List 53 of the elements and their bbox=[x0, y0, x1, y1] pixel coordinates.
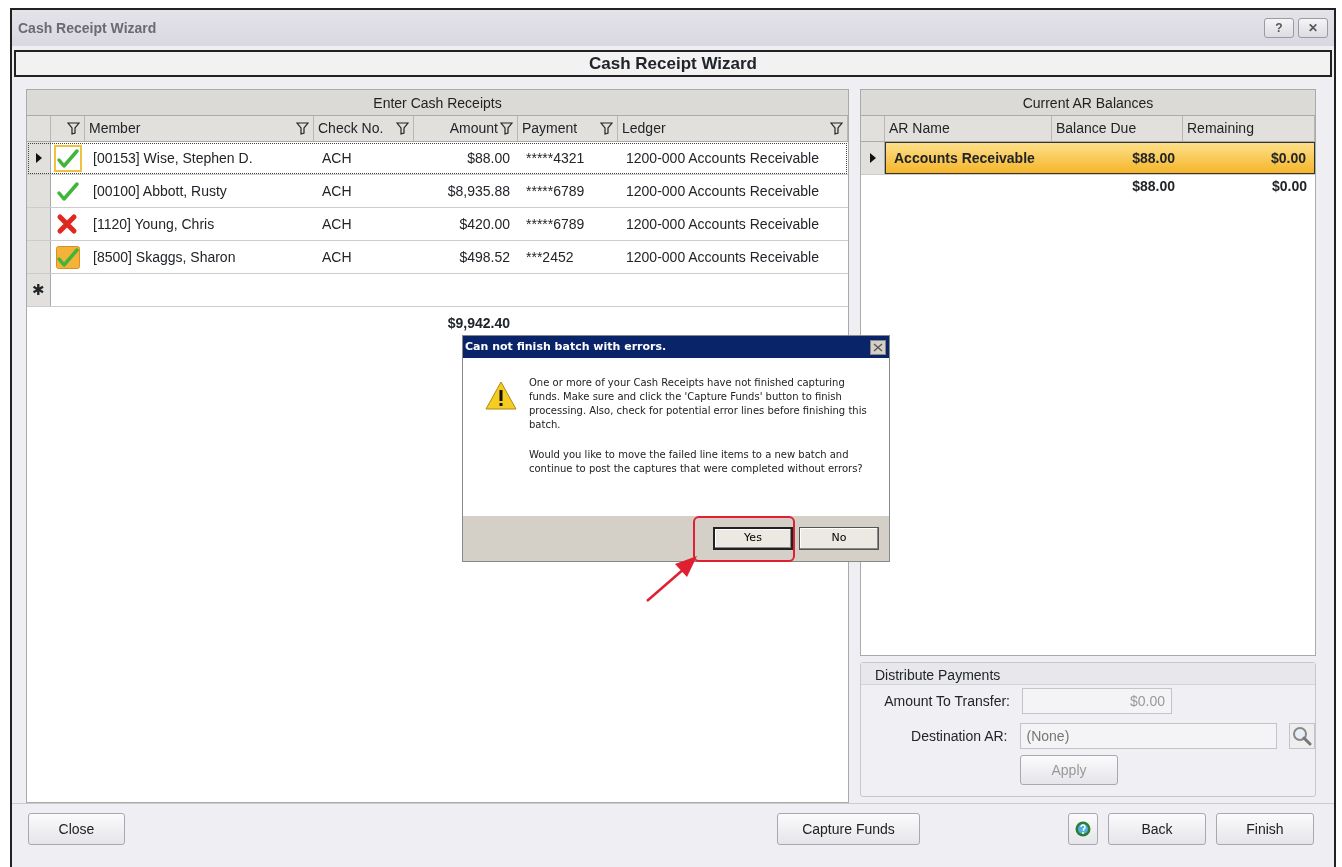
table-cell-text: [00100] Abbott, Rusty bbox=[92, 181, 228, 201]
table-cell-text: ***2452 bbox=[525, 247, 575, 267]
field-label: Destination AR: bbox=[910, 726, 1008, 746]
table-cell-text: 1200-000 Accounts Receivable bbox=[625, 214, 821, 234]
column-header[interactable]: Payment bbox=[522, 118, 578, 139]
new-row-marker: ✱ bbox=[27, 274, 51, 306]
section-title: Distribute Payments bbox=[861, 663, 1315, 686]
column-header[interactable]: Remaining bbox=[1183, 116, 1315, 141]
dialog-message: One or more of your Cash Receipts have not finished capturing funds. Make sure and click the 'Capture Funds' button to finish processing. Also, check for potential error lines before finishing this batch. bbox=[529, 376, 868, 432]
table-cell-text: [00153] Wise, Stephen D. bbox=[92, 148, 254, 168]
table-cell-text: ACH bbox=[321, 148, 353, 168]
column-header[interactable]: Balance Due bbox=[1052, 116, 1183, 141]
table-cell-text: $8,935.88 bbox=[446, 181, 511, 201]
table-cell-text: 1200-000 Accounts Receivable bbox=[625, 247, 821, 267]
table-cell-text: $420.00 bbox=[458, 214, 511, 234]
dialog-button[interactable]: No bbox=[799, 527, 879, 550]
wizard-header: Cash Receipt Wizard bbox=[14, 50, 1332, 77]
dialog-button[interactable]: Yes bbox=[713, 527, 793, 550]
table-cell-text: 1200-000 Accounts Receivable bbox=[625, 181, 821, 201]
table-cell-text: ACH bbox=[321, 247, 353, 267]
grid-total: $0.00 bbox=[1270, 176, 1308, 196]
dialog-message: Would you like to move the failed line items to a new batch and continue to post the captures that were completed without errors? bbox=[529, 448, 864, 476]
window-title: Cash Receipt Wizard bbox=[18, 18, 157, 38]
column-header[interactable]: Check No. bbox=[318, 118, 384, 139]
table-cell-text: [8500] Skaggs, Sharon bbox=[92, 247, 237, 267]
grid-total: $9,942.40 bbox=[446, 314, 511, 333]
help-button[interactable]: ? bbox=[1264, 18, 1294, 38]
grid-group-header: Enter Cash Receipts bbox=[27, 90, 848, 116]
column-header[interactable]: Amount bbox=[449, 118, 498, 139]
close-button[interactable]: ✕ bbox=[1298, 18, 1328, 38]
field-label: Amount To Transfer: bbox=[883, 691, 1010, 711]
table-cell-text: ACH bbox=[321, 181, 353, 201]
column-header[interactable]: Ledger bbox=[622, 118, 666, 139]
table-cell: $88.00 bbox=[1052, 142, 1183, 174]
table-cell-text: 1200-000 Accounts Receivable bbox=[625, 148, 821, 168]
capture-funds-button[interactable]: Capture Funds bbox=[777, 813, 920, 845]
table-cell-text: $498.52 bbox=[458, 247, 511, 267]
back-button[interactable]: Back bbox=[1108, 813, 1206, 845]
table-cell: $0.00 bbox=[1183, 142, 1315, 174]
table-cell-text: ACH bbox=[321, 214, 353, 234]
finish-button[interactable]: Finish bbox=[1216, 813, 1314, 845]
table-cell-text: *****6789 bbox=[525, 214, 586, 234]
table-cell-text: [1120] Young, Chris bbox=[92, 214, 216, 234]
dialog-title: Can not finish batch with errors. bbox=[465, 338, 667, 355]
close-button[interactable]: Close bbox=[28, 813, 125, 845]
table-cell-text: *****6789 bbox=[525, 181, 586, 201]
grid-group-header: Current AR Balances bbox=[861, 90, 1315, 116]
column-header[interactable]: AR Name bbox=[885, 116, 1052, 141]
column-header[interactable]: Member bbox=[89, 118, 141, 139]
grid-total: $88.00 bbox=[1131, 176, 1176, 196]
table-cell-text: *****4321 bbox=[525, 148, 586, 168]
table-cell-text: $88.00 bbox=[466, 148, 511, 168]
table-cell: Accounts Receivable bbox=[885, 142, 1052, 174]
